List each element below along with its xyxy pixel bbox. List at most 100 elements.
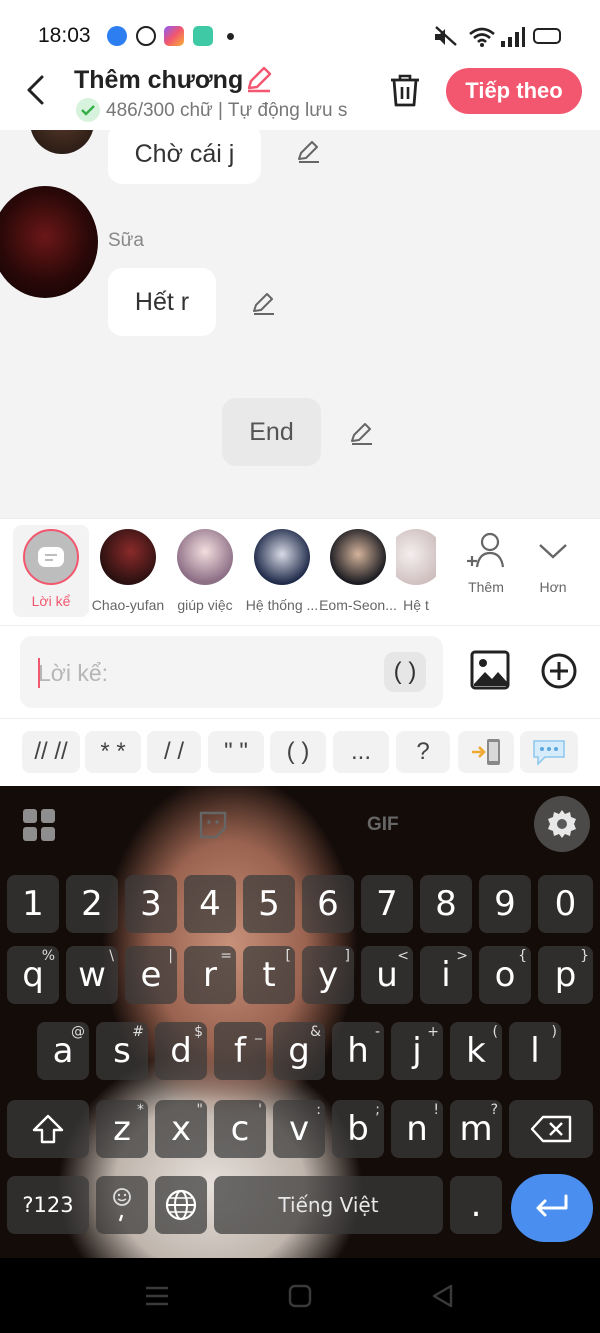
key-t[interactable]: t[ <box>243 946 295 1004</box>
character-he-thong[interactable]: Hệ thống ... <box>242 519 322 627</box>
character-narrator[interactable]: Lời kể <box>13 525 89 617</box>
chat-area[interactable]: Chờ cái j Sữa Hết r End <box>0 130 600 518</box>
key-c[interactable]: c ' <box>214 1100 266 1158</box>
quick-symbol-button[interactable]: / / <box>147 731 201 773</box>
key-8[interactable]: 8 <box>420 875 472 933</box>
quick-symbol-button[interactable]: // // <box>22 731 80 773</box>
back-arrow-icon[interactable] <box>22 74 50 106</box>
back-triangle-icon[interactable] <box>430 1283 454 1309</box>
character-name: Lời kể <box>31 593 71 609</box>
image-icon[interactable] <box>470 650 510 690</box>
symbols-key[interactable]: ?123 <box>7 1176 89 1234</box>
key-g[interactable]: g & <box>273 1022 325 1080</box>
switch-side-button[interactable] <box>458 731 514 773</box>
key-i[interactable]: i > <box>420 946 472 1004</box>
key-0[interactable]: 0 <box>538 875 593 933</box>
space-key[interactable]: Tiếng Việt <box>214 1176 443 1234</box>
sticker-icon[interactable] <box>198 810 228 840</box>
key-q[interactable]: q% <box>7 946 59 1004</box>
gif-button[interactable]: GIF <box>367 814 399 836</box>
apps-grid-icon[interactable] <box>22 808 56 842</box>
key-h[interactable]: h- <box>332 1022 384 1080</box>
quick-symbol-button[interactable]: * * <box>85 731 141 773</box>
key-1[interactable]: 1 <box>7 875 59 933</box>
message-bubble[interactable]: Chờ cái j <box>108 130 261 184</box>
clock: 18:03 <box>38 24 91 47</box>
avatar <box>330 529 386 585</box>
language-key[interactable] <box>155 1176 207 1234</box>
quick-symbol-bar: // // * * / / " " ( ) ... ? <box>0 718 600 786</box>
photos-icon <box>164 26 184 46</box>
key-p[interactable]: p} <box>538 946 593 1004</box>
edit-title-pencil-icon[interactable] <box>244 64 274 94</box>
backspace-key[interactable] <box>509 1100 593 1158</box>
key-5[interactable]: 5 <box>243 875 295 933</box>
key-l[interactable]: l) <box>509 1022 561 1080</box>
edit-message-pencil-icon[interactable] <box>296 138 322 164</box>
insert-parentheses-button[interactable]: ( ) <box>384 652 426 692</box>
quick-symbol-button[interactable]: ... <box>333 731 389 773</box>
message-bubble[interactable]: Hết r <box>108 268 216 336</box>
recent-apps-icon[interactable] <box>144 1285 170 1307</box>
key-m[interactable]: m? <box>450 1100 502 1158</box>
key-v[interactable]: v: <box>273 1100 325 1158</box>
next-button[interactable]: Tiếp theo <box>446 68 582 114</box>
enter-key[interactable] <box>511 1174 593 1242</box>
chat-bubble-button[interactable] <box>520 731 578 773</box>
shift-key[interactable] <box>7 1100 89 1158</box>
quick-symbol-button[interactable]: ( ) <box>270 731 326 773</box>
settings-button[interactable] <box>534 796 590 852</box>
key-3[interactable]: 3 <box>125 875 177 933</box>
key-b[interactable]: b; <box>332 1100 384 1158</box>
character-he-t[interactable]: Hệ t <box>396 519 436 627</box>
key-9[interactable]: 9 <box>479 875 531 933</box>
emoji-comma-key[interactable] <box>96 1176 148 1234</box>
sender-name: Sữa <box>108 230 144 251</box>
narrator-icon <box>23 529 79 585</box>
key-u[interactable]: u < <box>361 946 413 1004</box>
period-key[interactable]: . <box>450 1176 502 1234</box>
more-notifications-dot <box>227 33 234 40</box>
character-giup-viec[interactable]: giúp việc <box>165 519 245 627</box>
header: Thêm chương 486/300 chữ | Tự động lưu s … <box>0 60 600 130</box>
key-6[interactable]: 6 <box>302 875 354 933</box>
key-y[interactable]: y] <box>302 946 354 1004</box>
key-7[interactable]: 7 <box>361 875 413 933</box>
key-f[interactable]: f _ <box>214 1022 266 1080</box>
battery-icon <box>533 28 561 44</box>
avatar <box>177 529 233 585</box>
key-n[interactable]: n! <box>391 1100 443 1158</box>
input-placeholder: Lời kể: <box>38 660 109 686</box>
key-x[interactable]: x " <box>155 1100 207 1158</box>
character-chao-yufan[interactable]: Chao-yufan <box>88 519 168 627</box>
key-o[interactable]: o{ <box>479 946 531 1004</box>
saved-check-icon <box>76 98 100 122</box>
home-icon[interactable] <box>288 1284 312 1308</box>
narration-bubble[interactable]: End <box>222 398 321 466</box>
avatar <box>0 186 98 298</box>
quick-symbol-button[interactable]: " " <box>208 731 264 773</box>
app-icon <box>193 26 213 46</box>
key-w[interactable]: w \ <box>66 946 118 1004</box>
quick-symbol-button[interactable]: ? <box>396 731 450 773</box>
character-eom-seon[interactable]: Eom-Seon... <box>318 519 398 627</box>
key-d[interactable]: d $ <box>155 1022 207 1080</box>
edit-message-pencil-icon[interactable] <box>349 420 375 446</box>
key-2[interactable]: 2 <box>66 875 118 933</box>
more-characters-button[interactable]: Hơn <box>513 519 593 627</box>
mute-icon <box>435 26 457 46</box>
key-k[interactable]: k( <box>450 1022 502 1080</box>
key-e[interactable]: e | <box>125 946 177 1004</box>
key-s[interactable]: s # <box>96 1022 148 1080</box>
key-z[interactable]: z * <box>96 1100 148 1158</box>
narration-input[interactable]: Lời kể: ( ) <box>20 636 443 708</box>
app-notification-icon <box>107 26 127 46</box>
edit-message-pencil-icon[interactable] <box>251 290 277 316</box>
key-r[interactable]: r = <box>184 946 236 1004</box>
key-4[interactable]: 4 <box>184 875 236 933</box>
key-a[interactable]: a @ <box>37 1022 89 1080</box>
add-circle-icon[interactable] <box>540 652 578 690</box>
trash-icon[interactable] <box>388 72 422 108</box>
key-j[interactable]: j + <box>391 1022 443 1080</box>
globe-icon <box>165 1189 197 1221</box>
